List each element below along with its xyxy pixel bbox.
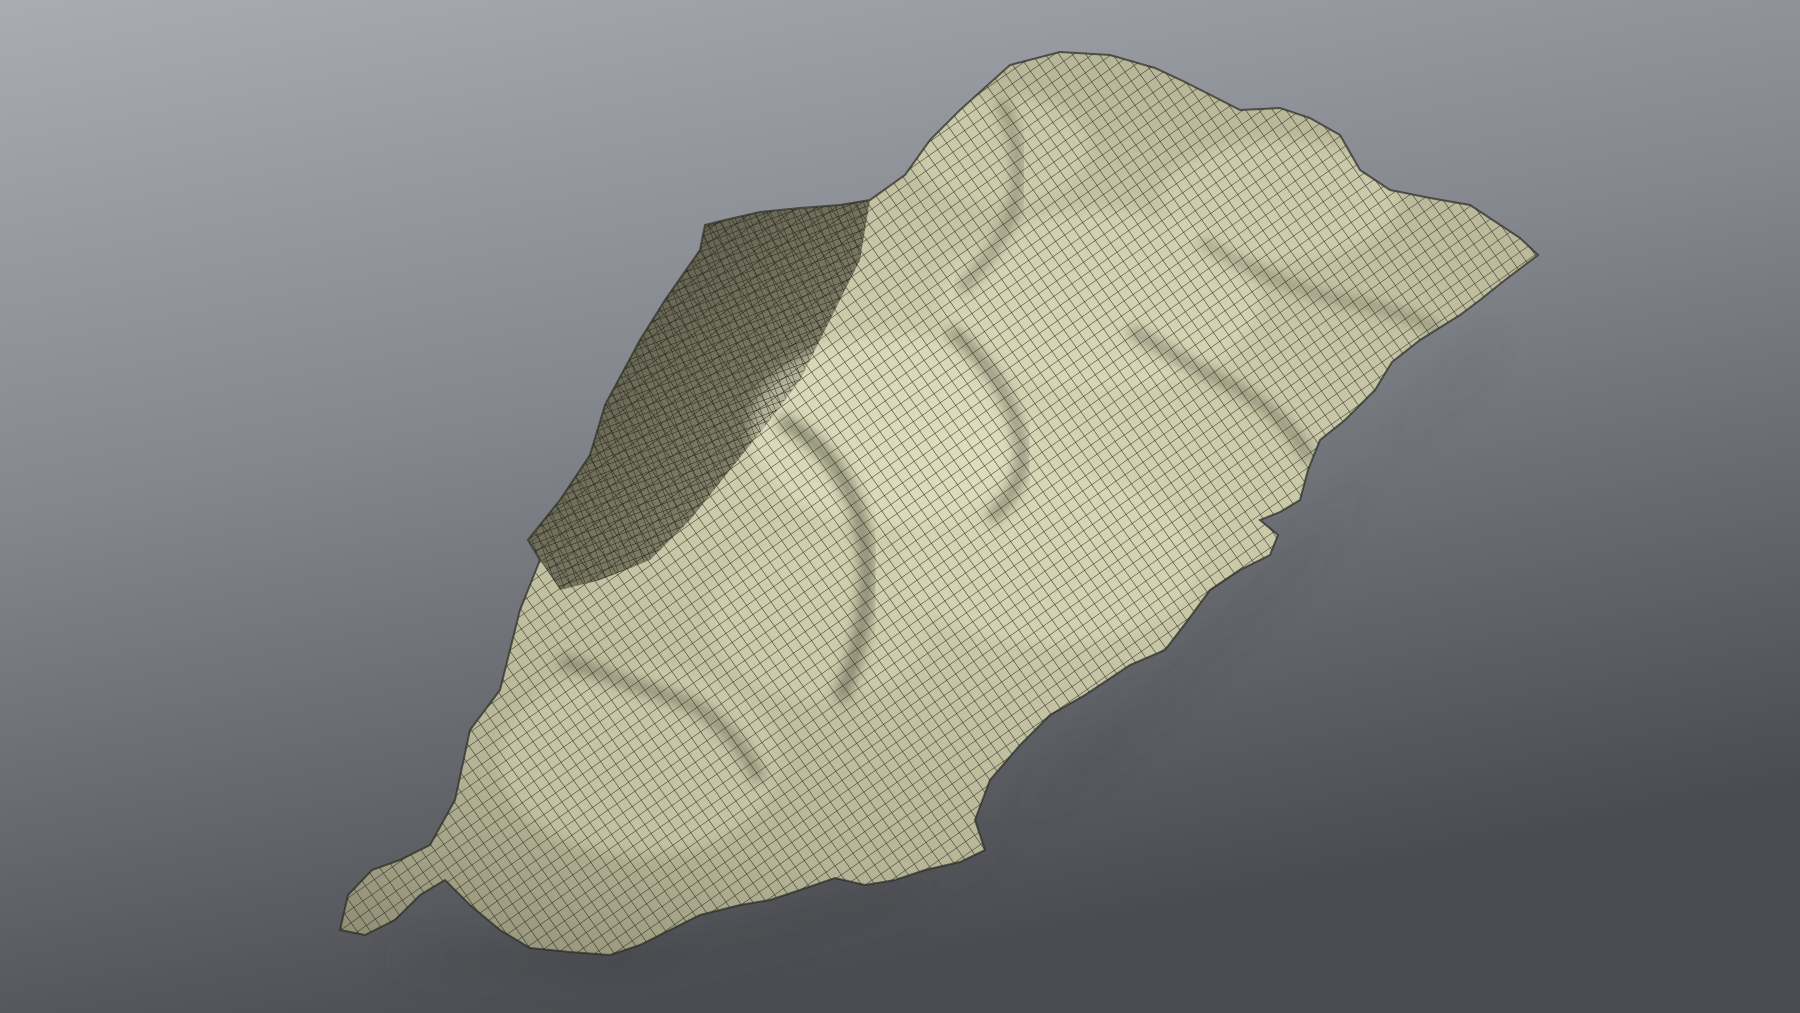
rock-render: [0, 0, 1800, 1013]
3d-viewport[interactable]: [0, 0, 1800, 1013]
